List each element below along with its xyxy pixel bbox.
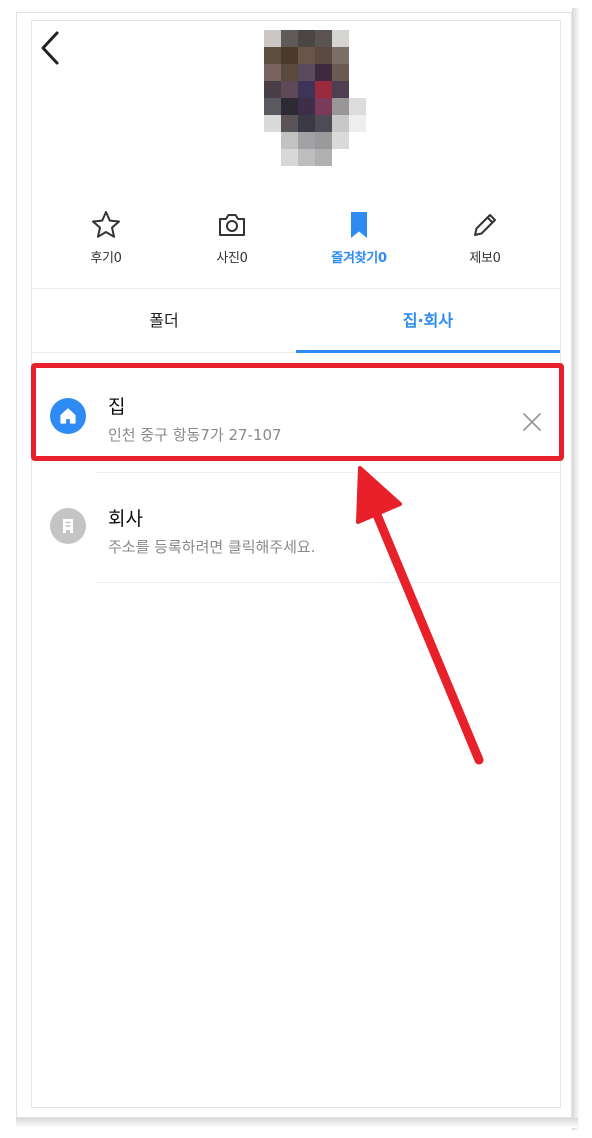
delete-home-button[interactable] [520,410,544,434]
divider [96,582,560,583]
tab-folder[interactable]: 폴더 [32,290,296,352]
review-tab[interactable]: 후기0 [56,205,156,275]
tab-home-work[interactable]: 집·회사 [296,290,560,352]
report-tab[interactable]: 제보0 [435,205,535,275]
home-title: 집 [108,396,126,418]
photo-label: 사진0 [216,251,248,266]
bookmark-icon [351,212,367,238]
avatar [230,30,366,166]
active-tab-indicator [296,350,560,353]
bookmark-tab[interactable]: 즐겨찾기0 [309,205,409,275]
work-address-prompt: 주소를 등록하려면 클릭해주세요. [108,538,316,556]
divider [96,472,560,473]
home-address: 인천 중구 항동7가 27-107 [108,426,282,444]
list-item-work[interactable]: 회사 주소를 등록하려면 클릭해주세요. [32,474,560,570]
work-title: 회사 [108,508,143,530]
chevron-left-icon [41,31,59,65]
profile-actions: 후기0 사진0 즐겨찾기0 제보0 [32,205,560,275]
home-icon [50,398,86,434]
pencil-icon [474,214,496,236]
review-label: 후기0 [90,251,122,266]
star-icon [92,211,120,238]
report-label: 제보0 [469,251,501,266]
close-icon [523,413,541,431]
divider [32,288,560,289]
bookmark-label: 즐겨찾기0 [331,251,387,266]
camera-icon [219,214,245,236]
building-icon [50,508,86,544]
photo-tab[interactable]: 사진0 [182,205,282,275]
back-button[interactable] [38,28,64,68]
list-item-home[interactable]: 집 인천 중구 항동7가 27-107 [32,364,560,460]
